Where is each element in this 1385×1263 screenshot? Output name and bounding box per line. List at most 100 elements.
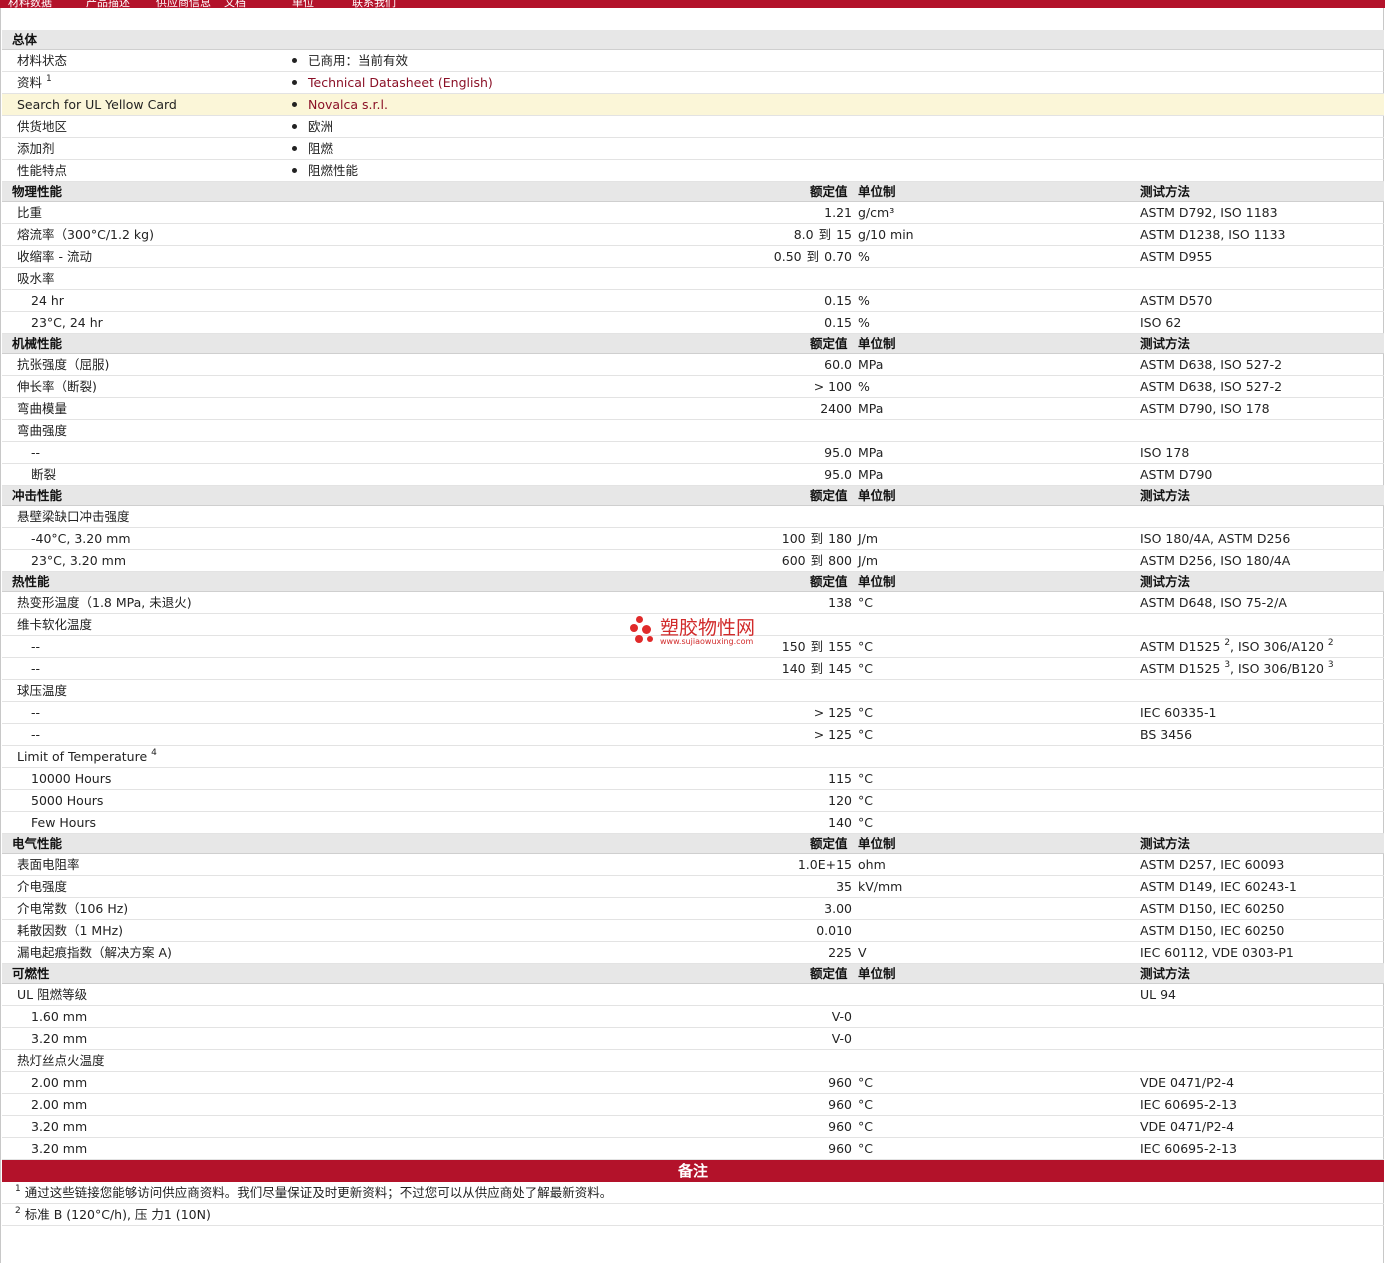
property-row: 热变形温度（1.8 MPa, 未退火) 138 °C ASTM D648, ISO 7… — [2, 592, 1384, 614]
property-unit: °C — [858, 1141, 873, 1156]
top-nav-link[interactable]: 材料数据 — [8, 0, 52, 8]
property-value: 115 — [828, 768, 852, 790]
test-method: ASTM D256, ISO 180/4A — [1140, 550, 1290, 572]
test-method: VDE 0471/P2-4 — [1140, 1116, 1234, 1138]
bullet-icon — [292, 168, 297, 173]
test-method: IEC 60695-2-13 — [1140, 1094, 1237, 1116]
property-row: 断裂 95.0 MPa ASTM D790 — [2, 464, 1384, 486]
value-min: 3.00 — [824, 901, 852, 916]
section-header: 可燃性 额定值 单位制 测试方法 — [2, 964, 1384, 984]
property-row: 5000 Hours 120 °C — [2, 790, 1384, 812]
property-label-text: 熔流率（300°C/1.2 kg) — [17, 227, 154, 242]
property-unit: °C — [858, 1119, 873, 1134]
value-min: 95.0 — [824, 467, 852, 482]
property-value: 140 到 145 — [782, 658, 852, 680]
property-label-text: -- — [31, 639, 41, 654]
general-value-link[interactable]: Technical Datasheet (English) — [308, 75, 493, 90]
property-label: 3.20 mm — [31, 1138, 87, 1160]
column-header-nominal: 额定值 — [810, 836, 848, 851]
property-label-text: 耗散因数（1 MHz) — [17, 923, 124, 938]
property-unit: MPa — [858, 357, 884, 372]
general-value-link[interactable]: Novalca s.r.l. — [308, 97, 388, 112]
column-header-nominal: 额定值 — [810, 966, 848, 981]
property-row: 3.20 mm V-0 — [2, 1028, 1384, 1050]
test-method: ISO 178 — [1140, 442, 1189, 464]
property-row: 23°C, 3.20 mm 600 到 800 J/m ASTM D256, ISO 18… — [2, 550, 1384, 572]
property-label: 表面电阻率 — [17, 854, 80, 876]
property-label-text: 吸水率 — [17, 271, 55, 286]
range-separator: 到 — [806, 249, 820, 264]
property-label-text: 弯曲强度 — [17, 423, 68, 438]
test-method-text: ASTM D648, ISO 75-2/A — [1140, 595, 1287, 610]
property-row: 球压温度 — [2, 680, 1384, 702]
value-max: 145 — [828, 661, 852, 676]
watermark-logo-icon — [636, 616, 643, 623]
general-value: 阻燃 — [292, 138, 333, 160]
test-method: ASTM D792, ISO 1183 — [1140, 202, 1278, 224]
property-label: 3.20 mm — [31, 1028, 87, 1050]
test-method-text: UL 94 — [1140, 987, 1176, 1002]
column-header-unit: 单位制 — [858, 488, 896, 503]
property-value: 2400 — [820, 398, 852, 420]
property-label-text: 介电强度 — [17, 879, 68, 894]
top-nav-link[interactable]: 单位 — [292, 0, 314, 8]
property-label: 收缩率 - 流动 — [17, 246, 92, 268]
property-unit: °C — [858, 771, 873, 786]
test-method-text: ASTM D790 — [1140, 467, 1213, 482]
property-label: Limit of Temperature 4 — [17, 746, 157, 768]
property-label: UL 阻燃等级 — [17, 984, 87, 1006]
property-row: 2.00 mm 960 °C IEC 60695-2-13 — [2, 1094, 1384, 1116]
property-label: 10000 Hours — [31, 768, 111, 790]
watermark-text: 塑胶物性网 — [660, 617, 756, 639]
property-row: -- 95.0 MPa ISO 178 — [2, 442, 1384, 464]
property-label-text: 漏电起痕指数（解决方案 A) — [17, 945, 172, 960]
general-value: Novalca s.r.l. — [292, 94, 388, 116]
general-row: 资料 1 Technical Datasheet (English) — [2, 72, 1384, 94]
value-min: 225 — [828, 945, 852, 960]
property-label-text: 断裂 — [31, 467, 57, 482]
section-header: 机械性能 额定值 单位制 测试方法 — [2, 334, 1384, 354]
test-method-text: BS 3456 — [1140, 727, 1193, 742]
test-method: UL 94 — [1140, 984, 1176, 1006]
section-header: 热性能 额定值 单位制 测试方法 — [2, 572, 1384, 592]
column-header-method: 测试方法 — [1140, 488, 1191, 503]
test-method: ASTM D1525 2, ISO 306/A120 2 — [1140, 636, 1334, 658]
property-label: 维卡软化温度 — [17, 614, 92, 636]
bullet-icon — [292, 80, 297, 85]
test-method-text: IEC 60335-1 — [1140, 705, 1217, 720]
test-method: ASTM D638, ISO 527-2 — [1140, 354, 1282, 376]
test-method: BS 3456 — [1140, 724, 1192, 746]
property-unit: % — [858, 249, 870, 264]
general-label-text: 供货地区 — [17, 119, 68, 134]
top-nav-link[interactable]: 供应商信息 — [156, 0, 211, 8]
watermark-logo-dot — [642, 625, 651, 634]
note-text: 1 通过这些链接您能够访问供应商资料。我们尽量保证及时更新资料；不过您可以从供应… — [15, 1182, 612, 1204]
test-method-text: VDE 0471/P2-4 — [1140, 1119, 1235, 1134]
property-unit: J/m — [858, 531, 879, 546]
test-method-text: ASTM D638, ISO 527-2 — [1140, 357, 1283, 372]
property-label-text: -- — [31, 445, 41, 460]
value-min: 8.0 — [793, 227, 814, 242]
general-label: 添加剂 — [17, 138, 55, 160]
property-label: 2.00 mm — [31, 1094, 87, 1116]
test-method-text: ASTM D1525 — [1140, 661, 1221, 676]
general-label: 材料状态 — [17, 50, 67, 72]
top-nav-link[interactable]: 文档 — [224, 0, 246, 8]
general-label: 资料 1 — [17, 72, 52, 94]
top-nav-link[interactable]: 联系我们 — [352, 0, 396, 8]
property-label-text: 维卡软化温度 — [17, 617, 93, 632]
property-label: -- — [31, 702, 40, 724]
test-method-text: ASTM D257, IEC 60093 — [1140, 857, 1285, 872]
watermark-logo-dot — [635, 635, 643, 643]
test-method: ASTM D638, ISO 527-2 — [1140, 376, 1282, 398]
property-label-text: 收缩率 - 流动 — [17, 249, 92, 264]
property-value: 95.0 — [824, 442, 852, 464]
general-value: 已商用：当前有效 — [292, 50, 408, 72]
top-nav-link[interactable]: 产品描述 — [86, 0, 130, 8]
property-label-text: UL 阻燃等级 — [17, 987, 88, 1002]
property-unit: MPa — [858, 467, 884, 482]
property-value: 35 — [836, 876, 852, 898]
test-method-text: ASTM D150, IEC 60250 — [1140, 901, 1285, 916]
general-label: Search for UL Yellow Card — [17, 94, 177, 116]
property-row: 23°C, 24 hr 0.15% ISO 62 — [2, 312, 1384, 334]
